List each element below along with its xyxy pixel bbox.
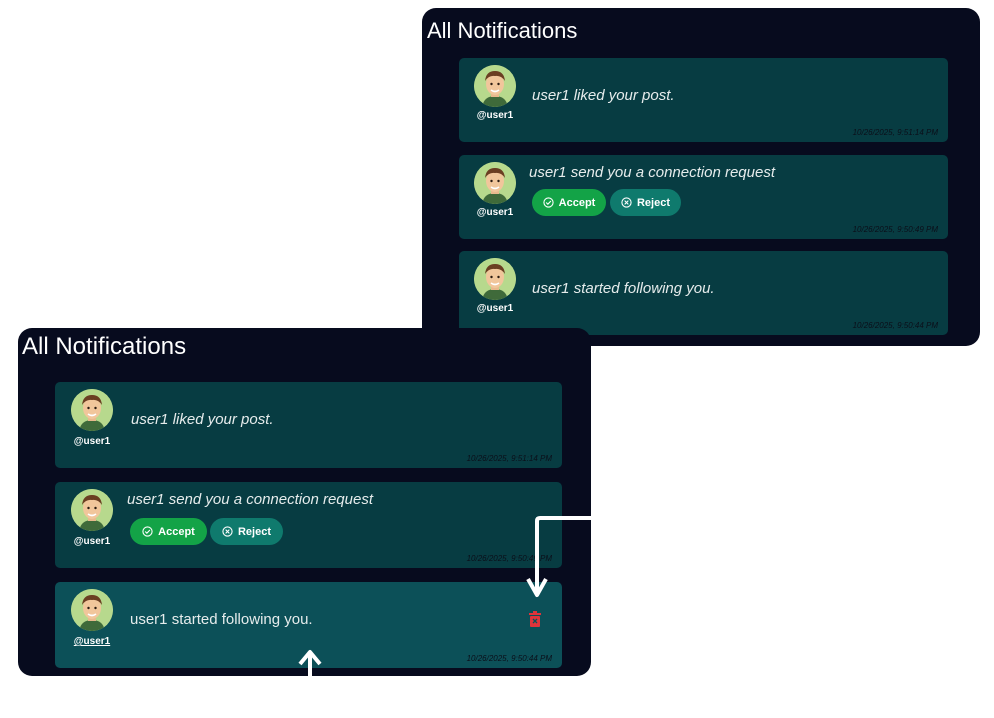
notifications-panel-before: All Notifications @user1 user1 liked you…: [422, 8, 980, 346]
check-circle-icon: [142, 526, 153, 537]
username-link[interactable]: @user1: [67, 636, 117, 647]
avatar[interactable]: [474, 258, 516, 300]
notification-message: user1 liked your post.: [131, 411, 274, 428]
trash-icon[interactable]: [528, 611, 542, 627]
x-circle-icon: [621, 197, 632, 208]
notification-card[interactable]: @user1 user1 send you a connection reque…: [459, 155, 948, 239]
reject-label: Reject: [237, 525, 272, 538]
avatar[interactable]: [71, 589, 113, 631]
username-link[interactable]: @user1: [470, 303, 520, 314]
username-link[interactable]: @user1: [470, 207, 520, 218]
notification-card[interactable]: @user1 user1 liked your post. 10/26/2025…: [55, 382, 562, 468]
x-circle-icon: [222, 526, 233, 537]
notification-card[interactable]: @user1 user1 liked your post. 10/26/2025…: [459, 58, 948, 142]
annotation-arrow-delete: [526, 516, 815, 597]
username-link[interactable]: @user1: [67, 436, 117, 447]
notification-card[interactable]: @user1 user1 started following you. 10/2…: [459, 251, 948, 335]
timestamp: 10/26/2025, 9:51:14 PM: [466, 454, 552, 463]
accept-button[interactable]: Accept: [532, 189, 606, 216]
avatar[interactable]: [474, 65, 516, 107]
page-title: All Notifications: [427, 18, 578, 43]
notification-message: user1 send you a connection request: [529, 164, 775, 181]
check-circle-icon: [543, 197, 554, 208]
timestamp: 10/26/2025, 9:50:49 PM: [852, 225, 938, 234]
reject-button[interactable]: Reject: [610, 189, 681, 216]
notification-message: user1 liked your post.: [532, 87, 675, 104]
timestamp: 10/26/2025, 9:51:14 PM: [852, 128, 938, 137]
timestamp: 10/26/2025, 9:50:44 PM: [852, 321, 938, 330]
page-title: All Notifications: [22, 333, 187, 360]
avatar[interactable]: [71, 389, 113, 431]
notification-message: user1 send you a connection request: [127, 491, 373, 508]
accept-button[interactable]: Accept: [130, 518, 207, 545]
reject-label: Reject: [636, 196, 671, 209]
username-link[interactable]: @user1: [470, 110, 520, 121]
annotation-arrow-hover: [298, 650, 322, 706]
avatar[interactable]: [71, 489, 113, 531]
accept-label: Accept: [558, 196, 596, 209]
username-link[interactable]: @user1: [67, 536, 117, 547]
notification-message: user1 started following you.: [532, 280, 715, 297]
reject-button[interactable]: Reject: [210, 518, 283, 545]
timestamp: 10/26/2025, 9:50:44 PM: [466, 654, 552, 663]
notification-message: user1 started following you.: [130, 611, 313, 628]
notifications-panel-after: All Notifications @user1 user1 liked you…: [18, 328, 591, 676]
notification-card[interactable]: @user1 user1 send you a connection reque…: [55, 482, 562, 568]
accept-label: Accept: [158, 525, 195, 538]
avatar[interactable]: [474, 162, 516, 204]
